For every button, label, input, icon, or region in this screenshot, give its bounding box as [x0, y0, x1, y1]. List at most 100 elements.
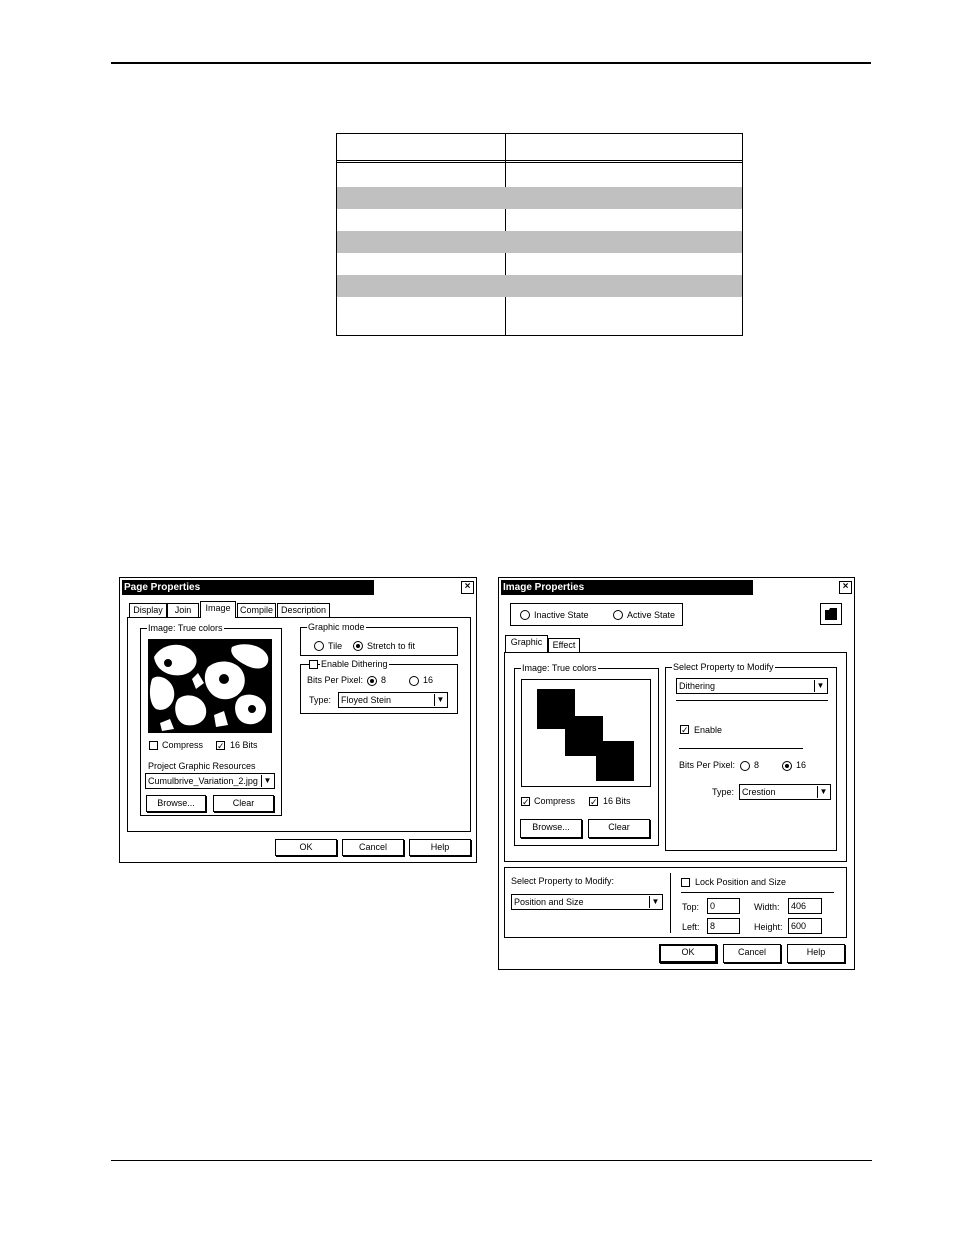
chevron-down-icon[interactable]: ▼ [649, 896, 661, 908]
chevron-down-icon[interactable]: ▼ [261, 775, 273, 787]
bpp16-label: 16 [796, 760, 807, 770]
cancel-button[interactable]: Cancel [723, 944, 781, 963]
page-properties-dialog: Page Properties × Display Join Image Com… [119, 577, 477, 863]
dialog-title: Image Properties [501, 580, 753, 595]
lock-label: Lock Position and Size [695, 877, 787, 887]
compress-label: Compress [534, 796, 576, 806]
folder-button[interactable] [820, 603, 842, 625]
resources-label: Project Graphic Resources [148, 761, 256, 771]
dialog-title: Page Properties [122, 580, 374, 595]
lock-checkbox[interactable] [681, 878, 690, 887]
bottom-property-select-value: Position and Size [514, 897, 584, 907]
ok-button[interactable]: OK [275, 839, 337, 856]
tab-panel: Image: True colors ✓ Compress ✓ 16 Bits … [504, 652, 847, 862]
height-label: Height: [754, 922, 783, 932]
top-label: Top: [682, 902, 700, 912]
footer-rule [111, 1160, 872, 1161]
top-input[interactable]: 0 [707, 898, 740, 914]
type-select[interactable]: Crestion ▼ [739, 784, 831, 800]
table-row [337, 253, 742, 275]
active-state-label: Active State [627, 610, 676, 620]
tile-radio[interactable] [314, 641, 324, 651]
compress-checkbox[interactable] [149, 741, 158, 750]
chevron-down-icon[interactable]: ▼ [817, 786, 829, 798]
clear-button[interactable]: Clear [588, 819, 650, 838]
image-properties-dialog: Image Properties × Inactive State Active… [498, 577, 855, 970]
cancel-button[interactable]: Cancel [342, 839, 404, 856]
active-state-radio[interactable] [613, 610, 623, 620]
enable-label: Enable [694, 725, 723, 735]
select-property-label: Select Property to Modify [672, 661, 775, 673]
left-label: Left: [682, 922, 700, 932]
divider [676, 700, 828, 701]
bits16-label: 16 Bits [603, 796, 631, 806]
type-select-value: Floyed Stein [341, 695, 392, 705]
graphic-mode-group: Graphic mode Tile Stretch to fit [300, 621, 458, 656]
type-label: Type: [309, 695, 332, 705]
enable-checkbox[interactable]: ✓ [680, 725, 689, 735]
image-group-label: Image: True colors [521, 662, 598, 674]
type-select-value: Crestion [742, 787, 776, 797]
stretch-label: Stretch to fit [367, 641, 416, 651]
dithering-group: Enable Dithering Bits Per Pixel: 8 16 Ty… [300, 658, 458, 714]
bits16-checkbox[interactable]: ✓ [216, 741, 225, 751]
table-row [337, 231, 742, 253]
left-input[interactable]: 8 [707, 918, 740, 934]
compress-label: Compress [162, 740, 204, 750]
bpp16-radio[interactable] [782, 761, 792, 771]
close-icon[interactable]: × [461, 581, 474, 594]
table-row [337, 297, 742, 319]
header-rule [111, 62, 871, 64]
chevron-down-icon[interactable]: ▼ [814, 680, 826, 692]
table-row [337, 165, 742, 187]
tab-image[interactable]: Image [200, 601, 236, 618]
tab-display[interactable]: Display [129, 603, 167, 617]
bpp8-radio[interactable] [740, 761, 750, 771]
image-group-label: Image: True colors [147, 622, 224, 634]
table-header-rule [337, 160, 742, 163]
close-icon[interactable]: × [839, 581, 852, 594]
height-input[interactable]: 600 [788, 918, 822, 934]
bpp16-radio[interactable] [409, 676, 419, 686]
property-select[interactable]: Dithering ▼ [676, 678, 828, 694]
enable-dithering-label: Enable Dithering [320, 658, 389, 670]
tab-compile[interactable]: Compile [237, 603, 276, 617]
type-label: Type: [712, 787, 735, 797]
divider [681, 892, 834, 893]
help-button[interactable]: Help [409, 839, 471, 856]
bits-per-pixel-label: Bits Per Pixel: [679, 760, 736, 770]
inactive-state-radio[interactable] [520, 610, 530, 620]
bits16-checkbox[interactable]: ✓ [589, 797, 598, 807]
width-label: Width: [754, 902, 780, 912]
enable-dithering-checkbox[interactable] [309, 660, 318, 669]
table-row [337, 187, 742, 209]
bottom-property-select[interactable]: Position and Size ▼ [511, 894, 663, 910]
bpp8-radio[interactable] [367, 676, 377, 686]
browse-button[interactable]: Browse... [520, 819, 582, 838]
tab-panel: Image: True colors Compress ✓ 16 Bits Pr… [127, 617, 471, 832]
tab-graphic[interactable]: Graphic [505, 635, 548, 652]
image-preview [521, 679, 651, 787]
tab-description[interactable]: Description [277, 603, 330, 617]
bits16-label: 16 Bits [230, 740, 258, 750]
table-row [337, 209, 742, 231]
bits-per-pixel-label: Bits Per Pixel: [307, 675, 364, 685]
tab-effect[interactable]: Effect [548, 638, 580, 652]
table-row [337, 275, 742, 297]
image-group: Image: True colors Compress ✓ 16 Bits Pr… [140, 622, 282, 816]
type-select[interactable]: Floyed Stein ▼ [338, 692, 448, 708]
ok-button[interactable]: OK [659, 944, 717, 963]
tab-join[interactable]: Join [167, 603, 199, 617]
state-selector: Inactive State Active State [510, 603, 683, 626]
clear-button[interactable]: Clear [213, 795, 274, 812]
stretch-radio[interactable] [353, 641, 363, 651]
resources-select-value: Cumulbrive_Variation_2.jpg [148, 776, 258, 786]
resources-select[interactable]: Cumulbrive_Variation_2.jpg ▼ [145, 773, 275, 789]
compress-checkbox[interactable]: ✓ [521, 797, 530, 807]
tile-label: Tile [328, 641, 343, 651]
chevron-down-icon[interactable]: ▼ [434, 694, 446, 706]
width-input[interactable]: 406 [788, 898, 822, 914]
help-button[interactable]: Help [787, 944, 845, 963]
browse-button[interactable]: Browse... [146, 795, 206, 812]
bpp16-label: 16 [423, 675, 434, 685]
